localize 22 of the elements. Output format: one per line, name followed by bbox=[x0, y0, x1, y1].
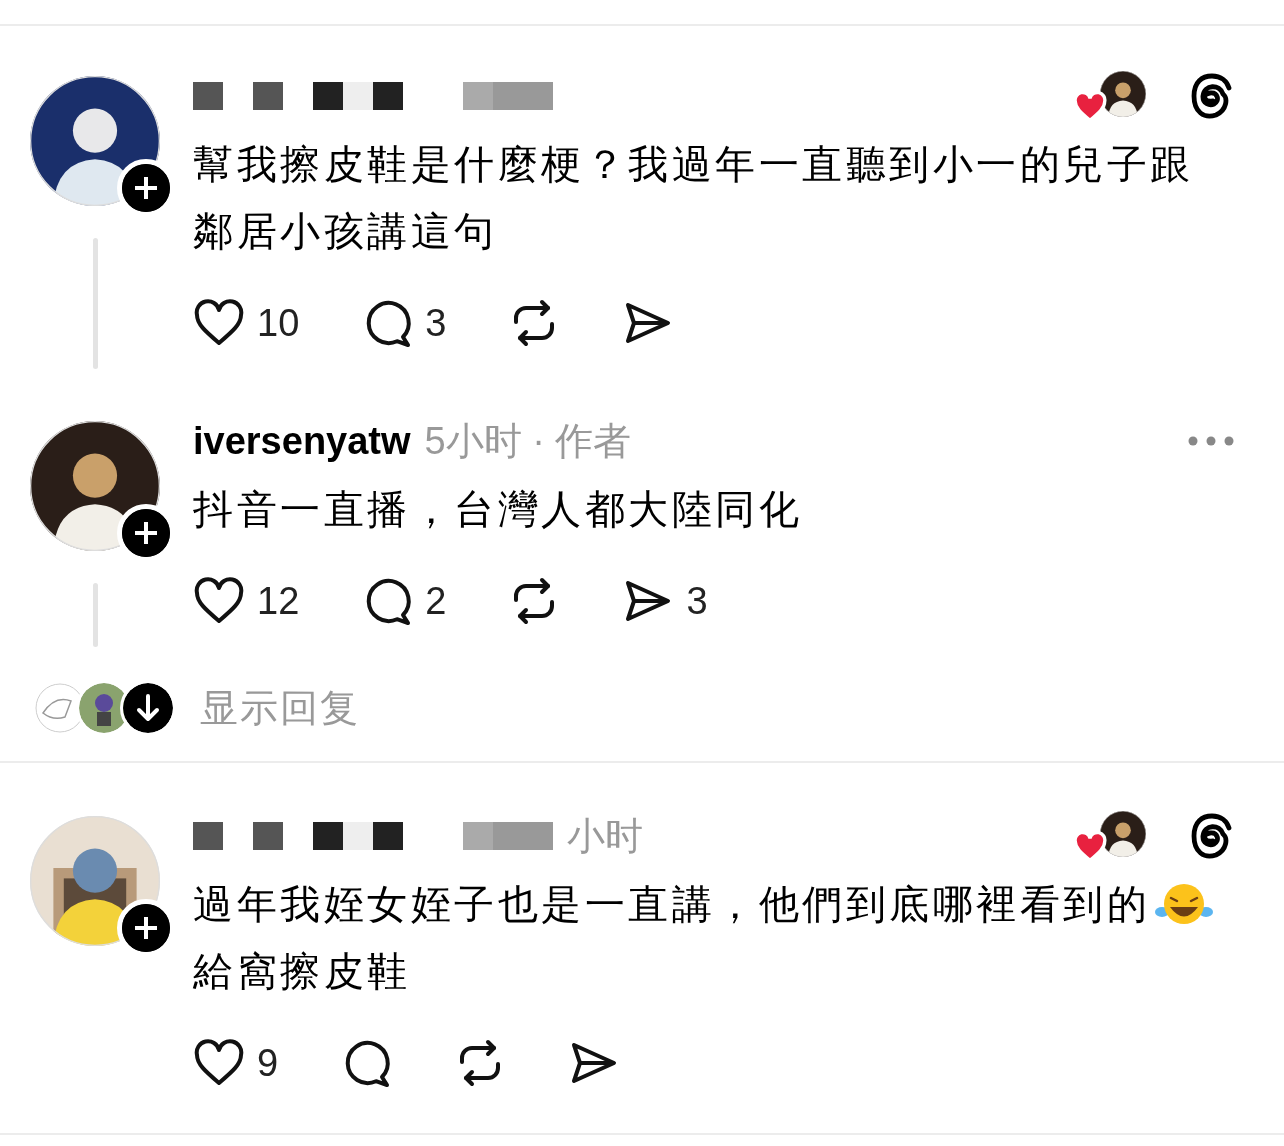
count: 3 bbox=[425, 301, 447, 345]
post-text: 抖音一直播，台灣人都大陸同化 bbox=[193, 486, 803, 533]
count: 10 bbox=[257, 301, 300, 345]
avatar bbox=[1100, 811, 1146, 857]
count: 2 bbox=[425, 579, 447, 623]
heart-icon[interactable] bbox=[193, 577, 245, 625]
more-icon[interactable] bbox=[1188, 436, 1234, 446]
logo-icon[interactable] bbox=[1190, 812, 1234, 860]
post-text: 過年我姪女姪子也是一直講，他們到底哪裡看到的 給窩擦皮鞋 bbox=[193, 871, 1234, 1005]
username[interactable]: iversenyatw bbox=[193, 419, 411, 463]
count: 3 bbox=[686, 579, 708, 623]
post-meta: 小时 bbox=[567, 813, 643, 859]
laughing-emoji-icon bbox=[1154, 882, 1214, 926]
count: 12 bbox=[257, 579, 300, 623]
logo-icon[interactable] bbox=[1190, 72, 1234, 120]
heart-icon[interactable] bbox=[193, 1039, 245, 1087]
post-meta: 5小时 · 作者 bbox=[424, 418, 632, 464]
heart-icon[interactable] bbox=[193, 299, 245, 347]
arrow-down-icon[interactable] bbox=[120, 680, 176, 736]
count: 9 bbox=[257, 1041, 279, 1085]
post-text: 幫我擦皮鞋是什麼梗？我過年一直聽到小一的兒子跟 鄰居小孩講這句 bbox=[193, 141, 1195, 255]
avatar bbox=[1100, 71, 1146, 117]
